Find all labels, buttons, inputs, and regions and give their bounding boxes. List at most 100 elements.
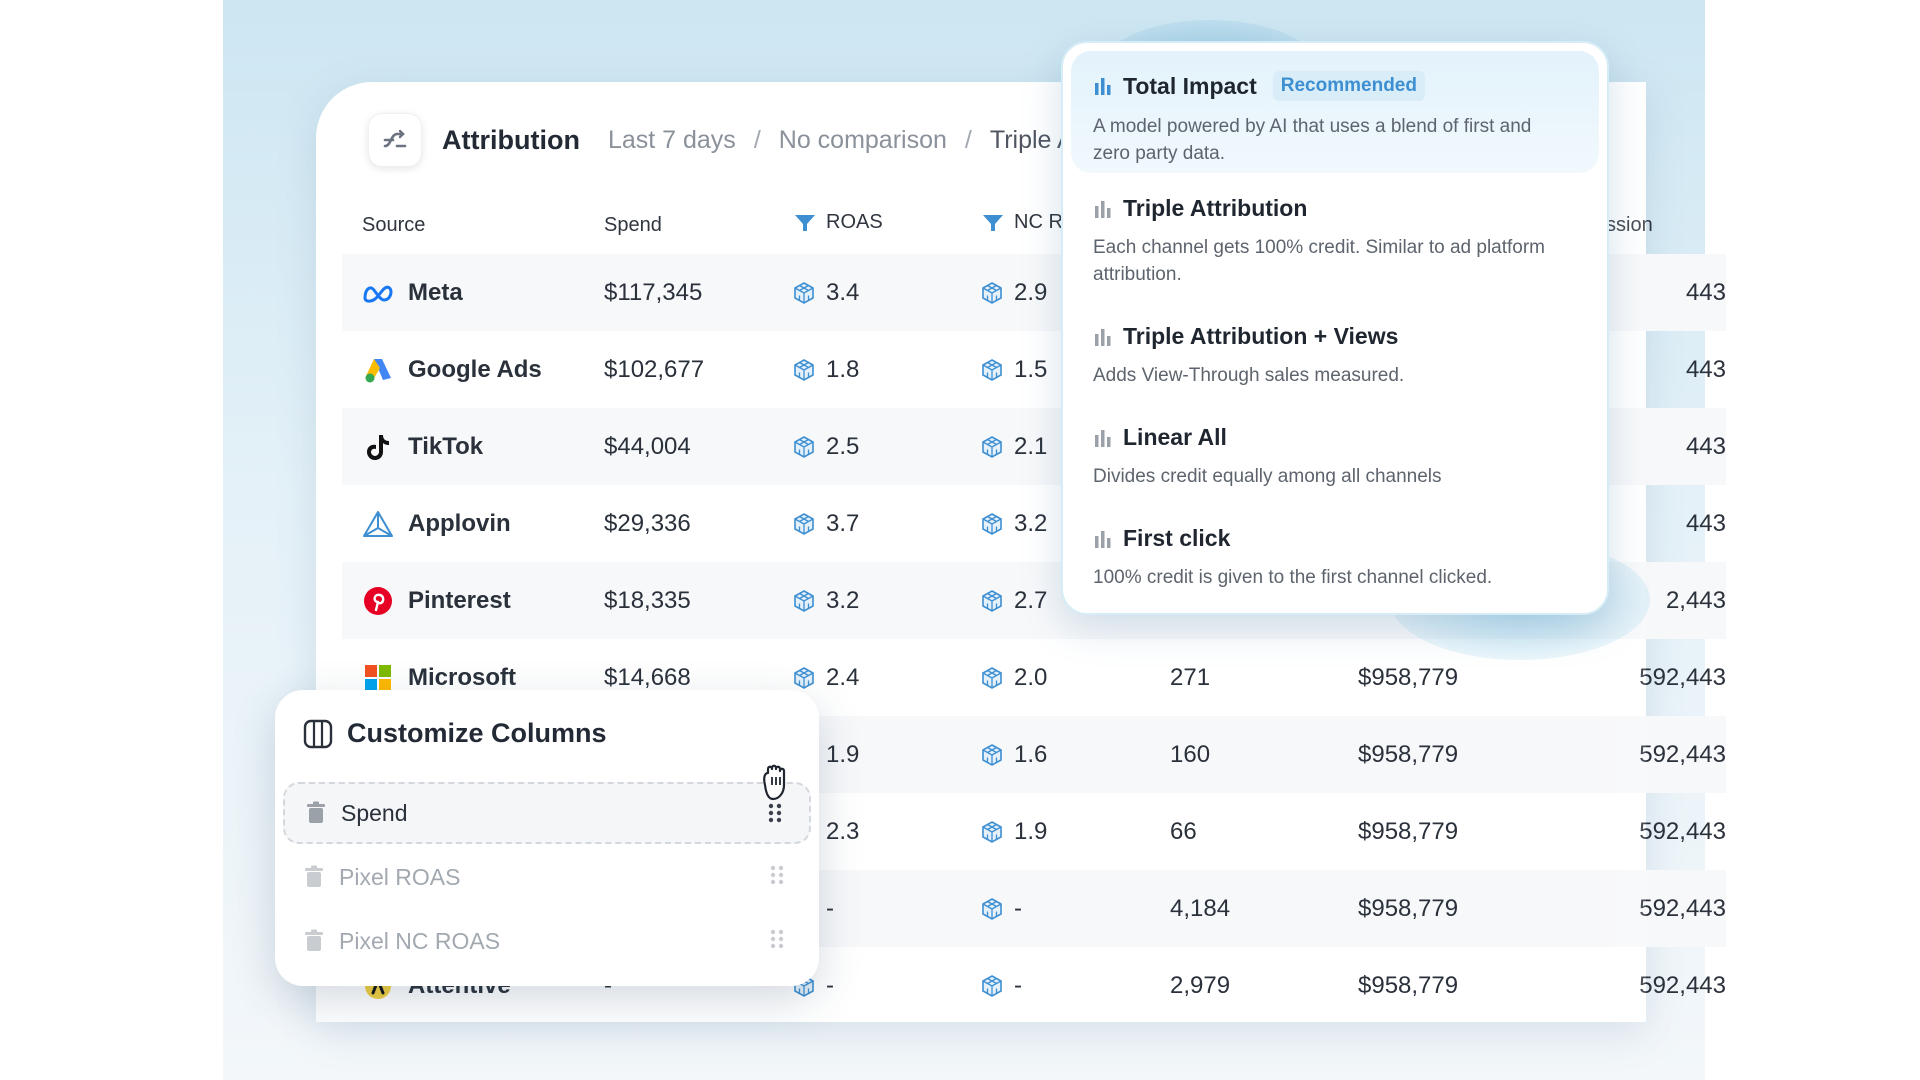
pixel-cube-icon [794, 358, 814, 381]
revenue-cell: $958,779 [1358, 716, 1546, 793]
nc-roas-value: 1.6 [1014, 740, 1048, 768]
pixel-cube-icon [794, 589, 814, 612]
model-description: Adds View-Through sales measured. [1093, 365, 1405, 386]
model-title: Total Impact [1123, 72, 1257, 99]
orders-cell: 4,184 [1170, 870, 1358, 947]
drag-handle-icon[interactable] [769, 864, 785, 886]
orders-cell: 66 [1170, 817, 1197, 845]
pixel-cube-icon [982, 281, 1002, 304]
bar-chart-icon [1095, 78, 1111, 95]
recommended-badge: Recommended [1272, 71, 1425, 101]
app-logo-icon[interactable] [368, 113, 422, 167]
roas-value: 2.5 [826, 432, 860, 460]
funnel-icon [983, 214, 1003, 231]
column-header-spend[interactable]: Spend [604, 196, 794, 254]
nc-roas-value: - [1014, 971, 1022, 999]
source-name: Google Ads [408, 355, 542, 383]
orders-cell: 160 [1170, 716, 1358, 793]
roas-value: - [826, 971, 834, 999]
roas-value: 3.7 [826, 509, 860, 537]
source-name: Microsoft [408, 663, 516, 691]
nc-roas-value: 2.1 [1014, 432, 1048, 460]
nc-roas-value: 2.9 [1014, 278, 1048, 306]
drag-handle-icon[interactable] [767, 802, 783, 824]
spend-cell: $29,336 [604, 509, 691, 537]
model-description: Each channel gets 100% credit. Similar t… [1093, 237, 1546, 285]
header-bar: Attribution Last 7 days / No comparison … [368, 112, 1074, 168]
pixel-cube-icon [982, 666, 1002, 689]
google-ads-icon [362, 354, 394, 386]
orders-cell: 2,979 [1170, 971, 1231, 999]
customize-columns-header: Customize Columns [303, 718, 607, 749]
source-name: Meta [408, 278, 463, 306]
column-header-roas[interactable]: ROAS [794, 196, 982, 254]
nc-roas-value: 2.7 [1014, 586, 1048, 614]
trash-icon[interactable] [305, 801, 327, 825]
pixel-cube-icon [982, 743, 1002, 766]
attribution-model-menu: Total Impact Recommended A model powered… [1061, 41, 1609, 615]
pixel-cube-icon [794, 281, 814, 304]
bar-chart-icon [1095, 429, 1111, 447]
breadcrumb-separator: / [753, 125, 761, 154]
page-title: Attribution [442, 124, 580, 155]
spend-cell: $117,345 [604, 254, 794, 331]
applovin-icon [362, 508, 394, 540]
column-header-source[interactable]: Source [342, 196, 604, 254]
trash-icon[interactable] [303, 929, 325, 953]
model-title: Linear All [1123, 424, 1227, 450]
nc-roas-value: - [1014, 894, 1022, 922]
grab-cursor-icon [763, 764, 786, 801]
pixel-cube-icon [982, 589, 1002, 612]
spend-cell: $102,677 [604, 355, 705, 383]
model-title: First click [1123, 525, 1231, 551]
source-name: TikTok [408, 432, 484, 460]
model-option-triple-attribution[interactable]: Triple Attribution Each channel gets 100… [1071, 195, 1599, 288]
spend-cell: $18,335 [604, 562, 794, 639]
pixel-cube-icon [794, 666, 814, 689]
roas-value: 1.8 [826, 355, 860, 383]
roas-value: 3.2 [826, 586, 860, 614]
meta-icon [362, 277, 394, 309]
drag-handle-icon[interactable] [769, 928, 785, 950]
model-option-first-click[interactable]: First click 100% credit is given to the … [1071, 525, 1599, 591]
nc-roas-value: 1.5 [1014, 355, 1048, 383]
customize-columns-title: Customize Columns [347, 718, 607, 748]
model-description: A model powered by AI that uses a blend … [1093, 116, 1532, 164]
breadcrumb-comparison[interactable]: No comparison [779, 126, 947, 155]
breadcrumb-separator: / [964, 125, 972, 154]
columns-icon [303, 719, 333, 748]
model-title: Triple Attribution + Views [1123, 323, 1399, 349]
revenue-cell: $958,779 [1358, 971, 1459, 999]
bar-chart-icon [1095, 328, 1111, 346]
pixel-cube-icon [982, 974, 1002, 997]
column-item-label: Spend [341, 799, 408, 826]
column-item-label: Pixel ROAS [339, 863, 461, 890]
roas-value: 2.4 [826, 663, 860, 691]
pixel-cube-icon [982, 897, 1002, 920]
spend-cell: $44,004 [604, 408, 794, 485]
bar-chart-icon [1095, 530, 1111, 548]
model-option-triple-attribution-views[interactable]: Triple Attribution + Views Adds View-Thr… [1071, 323, 1599, 389]
pixel-cube-icon [982, 820, 1002, 843]
source-name: Pinterest [408, 586, 511, 614]
nc-roas-value: 2.0 [1014, 663, 1048, 691]
roas-value: 2.3 [826, 817, 860, 845]
model-option-total-impact[interactable]: Total Impact Recommended A model powered… [1071, 51, 1599, 173]
trash-icon[interactable] [303, 865, 325, 889]
microsoft-icon [362, 662, 394, 694]
nc-roas-value: 3.2 [1014, 509, 1048, 537]
column-item-spend[interactable]: Spend [283, 782, 811, 844]
column-item-pixel-nc-roas[interactable]: Pixel NC ROAS [283, 910, 811, 972]
bar-chart-icon [1095, 200, 1111, 218]
column-item-pixel-roas[interactable]: Pixel ROAS [283, 846, 811, 908]
orders-cell: 271 [1170, 663, 1211, 691]
revenue-cell: $958,779 [1358, 817, 1459, 845]
roas-value: 1.9 [826, 740, 860, 768]
tiktok-icon [362, 431, 394, 463]
breadcrumb-date-range[interactable]: Last 7 days [608, 126, 736, 155]
revenue-cell: $958,779 [1358, 870, 1546, 947]
roas-value: 3.4 [826, 278, 860, 306]
model-description: Divides credit equally among all channel… [1093, 466, 1442, 487]
model-option-linear-all[interactable]: Linear All Divides credit equally among … [1071, 424, 1599, 490]
model-description: 100% credit is given to the first channe… [1093, 567, 1493, 588]
